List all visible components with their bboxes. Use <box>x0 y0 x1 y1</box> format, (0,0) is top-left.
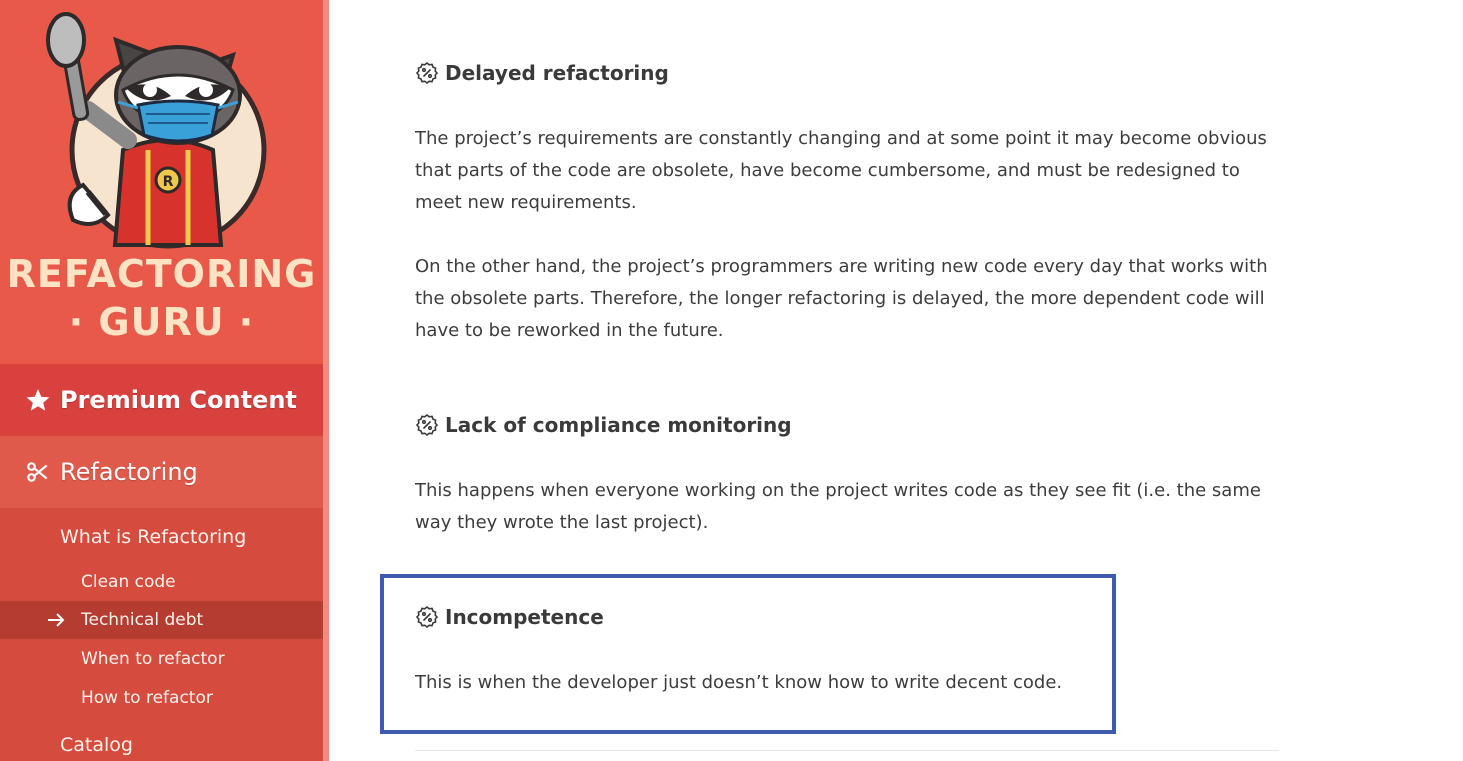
sidebar-item-label: Catalog <box>60 734 133 756</box>
sidebar-item-catalog[interactable]: Catalog <box>0 725 323 761</box>
paragraph: On the other hand, the project’s program… <box>415 256 1268 341</box>
sidebar-item-clean-code[interactable]: Clean code <box>0 563 323 601</box>
nav-premium-label: Premium Content <box>60 386 297 414</box>
sidebar-item-what-is-refactoring[interactable]: What is Refactoring <box>0 517 323 557</box>
section-title-lack-of-compliance: Lack of compliance monitoring <box>415 413 792 437</box>
sidebar-item-label: Clean code <box>81 572 176 592</box>
nav-premium-content[interactable]: Premium Content <box>0 364 323 436</box>
refactoring-subnav: What is Refactoring Clean code Technical… <box>0 508 323 761</box>
sidebar-item-how-to-refactor[interactable]: How to refactor <box>0 679 323 717</box>
section-title-text: Lack of compliance monitoring <box>445 413 792 437</box>
paragraph: The project’s requirements are constantl… <box>415 128 1267 213</box>
section-title-delayed-refactoring: Delayed refactoring <box>415 61 669 85</box>
percent-badge-icon <box>415 61 439 85</box>
highlight-box <box>380 574 1116 734</box>
section-title-text: Delayed refactoring <box>445 61 669 85</box>
star-icon <box>24 386 52 414</box>
sidebar-item-label: What is Refactoring <box>60 526 247 548</box>
scissors-icon <box>24 458 52 486</box>
nav-refactoring[interactable]: Refactoring <box>0 436 323 508</box>
logo[interactable]: R REFACTORING · GURU · <box>0 0 323 364</box>
brand-title-line2: · GURU · <box>68 300 255 344</box>
paragraph: This happens when everyone working on th… <box>415 480 1261 533</box>
sidebar-item-technical-debt[interactable]: Technical debt <box>0 601 323 639</box>
svg-text:R: R <box>163 174 174 190</box>
section-divider <box>415 750 1279 751</box>
sidebar-item-label: How to refactor <box>81 688 213 708</box>
nav-refactoring-label: Refactoring <box>60 458 198 486</box>
brand-title-line1: REFACTORING <box>6 252 317 296</box>
raccoon-mascot-logo: R <box>46 12 267 249</box>
sidebar: R REFACTORING · GURU · Premium Content R… <box>0 0 323 761</box>
arrow-right-icon <box>46 610 66 635</box>
percent-badge-icon <box>415 413 439 437</box>
sidebar-item-label: Technical debt <box>81 610 204 630</box>
sidebar-item-when-to-refactor[interactable]: When to refactor <box>0 640 323 678</box>
sidebar-item-label: When to refactor <box>81 649 225 669</box>
